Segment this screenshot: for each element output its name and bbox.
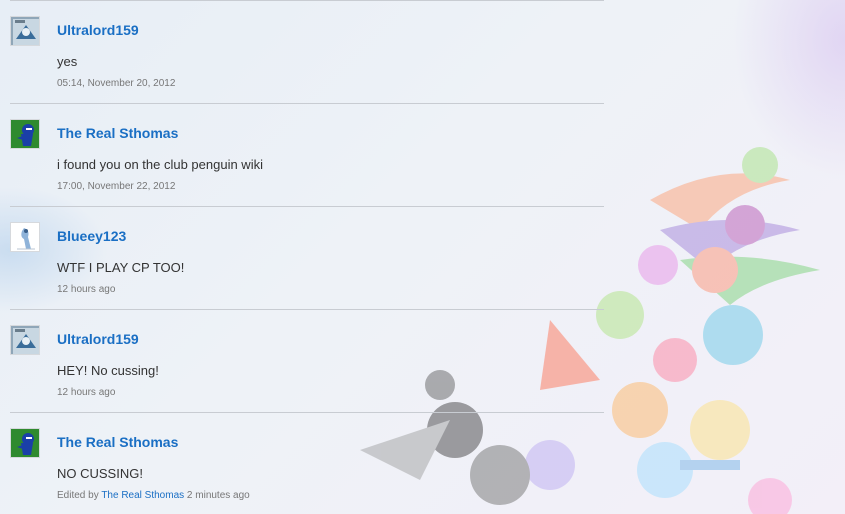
- comment-timestamp: 17:00, November 22, 2012: [57, 181, 176, 192]
- username-link[interactable]: The Real Sthomas: [57, 125, 178, 141]
- comment-text: i found you on the club penguin wiki: [57, 157, 263, 172]
- comment-text: WTF I PLAY CP TOO!: [57, 260, 185, 275]
- blue-swirl-avatar-icon: [11, 326, 39, 354]
- user-avatar[interactable]: [10, 325, 40, 355]
- comment-item: Ultralord159 yes 05:14, November 20, 201…: [10, 0, 604, 103]
- username-link[interactable]: Ultralord159: [57, 22, 139, 38]
- username-link[interactable]: The Real Sthomas: [57, 434, 178, 450]
- edited-by-label: Edited by: [57, 490, 99, 501]
- blue-figure-green-avatar-icon: [11, 120, 39, 148]
- user-avatar[interactable]: [10, 16, 40, 46]
- comment-text: NO CUSSING!: [57, 466, 143, 481]
- comment-timestamp: 12 hours ago: [57, 284, 116, 295]
- edited-time: 2 minutes ago: [186, 490, 250, 501]
- user-avatar[interactable]: [10, 119, 40, 149]
- comment-text: HEY! No cussing!: [57, 363, 159, 378]
- comment-list: Ultralord159 yes 05:14, November 20, 201…: [10, 0, 604, 514]
- comment-edited-info: Edited by The Real Sthomas 2 minutes ago: [57, 490, 250, 501]
- user-avatar[interactable]: [10, 222, 40, 252]
- comment-timestamp: 05:14, November 20, 2012: [57, 78, 176, 89]
- comment-item: Ultralord159 HEY! No cussing! 12 hours a…: [10, 309, 604, 412]
- username-link[interactable]: Ultralord159: [57, 331, 139, 347]
- bird-white-avatar-icon: [11, 223, 39, 251]
- blue-figure-green-avatar-icon: [11, 429, 39, 457]
- comment-item: Blueey123 WTF I PLAY CP TOO! 12 hours ag…: [10, 206, 604, 309]
- username-link[interactable]: Blueey123: [57, 228, 126, 244]
- comment-timestamp: 12 hours ago: [57, 387, 116, 398]
- comment-item: The Real Sthomas i found you on the club…: [10, 103, 604, 206]
- user-avatar[interactable]: [10, 428, 40, 458]
- blue-swirl-avatar-icon: [11, 17, 39, 45]
- comment-item: The Real Sthomas NO CUSSING! Edited by T…: [10, 412, 604, 514]
- comment-text: yes: [57, 54, 78, 69]
- editor-link[interactable]: The Real Sthomas: [101, 490, 184, 501]
